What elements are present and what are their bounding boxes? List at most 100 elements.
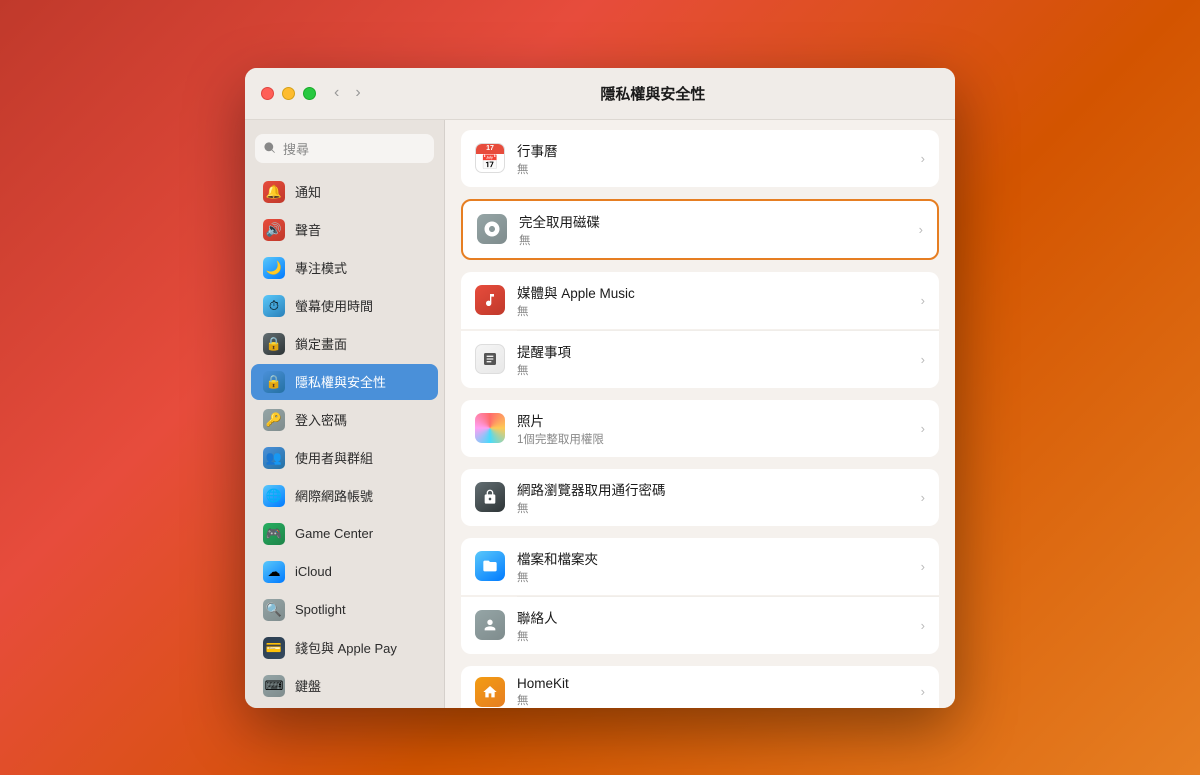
sidebar-item[interactable]: 👥 使用者與群組 — [251, 440, 438, 476]
settings-text: 提醒事項 無 — [517, 341, 909, 378]
screen-time-icon: ⏱ — [263, 295, 285, 317]
keyboard-icon: ⌨ — [263, 675, 285, 697]
browser-icon — [475, 482, 505, 512]
settings-text: 媒體與 Apple Music 無 — [517, 282, 909, 319]
sidebar-item-keyboard[interactable]: ⌨ 鍵盤 — [251, 668, 438, 704]
settings-text: HomeKit 無 — [517, 676, 909, 708]
settings-title: HomeKit — [517, 676, 909, 691]
settings-item-music[interactable]: 媒體與 Apple Music 無 › — [461, 272, 939, 329]
sidebar-item-gamecenter[interactable]: 🎮 Game Center — [251, 516, 438, 552]
sidebar-item[interactable]: 🔊 聲音 — [251, 212, 438, 248]
search-container: 搜尋 — [245, 128, 444, 173]
photos-icon — [475, 413, 505, 443]
lock-icon: 🔒 — [263, 333, 285, 355]
settings-item-homekit[interactable]: HomeKit 無 › — [461, 666, 939, 708]
sidebar-item[interactable]: 🌙 專注模式 — [251, 250, 438, 286]
settings-text: 網路瀏覽器取用通行密碼 無 — [517, 479, 909, 516]
close-button[interactable] — [261, 87, 274, 100]
settings-subtitle: 無 — [519, 232, 907, 248]
settings-subtitle: 無 — [517, 569, 909, 585]
search-placeholder: 搜尋 — [283, 139, 309, 158]
focus-icon: 🌙 — [263, 257, 285, 279]
sidebar-item-label: 聲音 — [295, 220, 321, 239]
settings-item-browser-pwd[interactable]: 網路瀏覽器取用通行密碼 無 › — [461, 469, 939, 526]
sidebar-item[interactable]: 🔔 通知 — [251, 174, 438, 210]
settings-title: 網路瀏覽器取用通行密碼 — [517, 479, 909, 499]
settings-subtitle: 無 — [517, 362, 909, 378]
settings-item-photos[interactable]: 照片 1個完整取用權限 › — [461, 400, 939, 457]
settings-text: 聯絡人 無 — [517, 607, 909, 644]
disk-icon — [477, 214, 507, 244]
sidebar-item-label: Game Center — [295, 526, 373, 541]
sidebar-item[interactable]: 🌐 網際網路帳號 — [251, 478, 438, 514]
search-icon — [263, 141, 277, 155]
chevron-icon: › — [921, 490, 925, 505]
main-content: 17 📅 行事曆 無 › — [445, 120, 955, 708]
settings-subtitle: 1個完整取用權限 — [517, 431, 909, 447]
settings-item-full-disk[interactable]: 完全取用磁碟 無 › — [461, 199, 939, 260]
sound-icon: 🔊 — [263, 219, 285, 241]
music-icon — [475, 285, 505, 315]
window-title: 隱私權與安全性 — [367, 83, 939, 104]
settings-subtitle: 無 — [517, 692, 909, 708]
nav-buttons: ‹ › — [328, 82, 367, 104]
settings-window: ‹ › 隱私權與安全性 搜尋 🔔 通知 🔊 聲音 — [245, 68, 955, 708]
forward-button[interactable]: › — [349, 82, 366, 104]
settings-item-contacts[interactable]: 聯絡人 無 › — [461, 597, 939, 654]
sidebar-item-wallet[interactable]: 💳 錢包與 Apple Pay — [251, 630, 438, 666]
sidebar-item-mouse[interactable]: 🖱 滑鼠 — [251, 706, 438, 708]
sidebar-item-label: 網際網路帳號 — [295, 486, 373, 505]
files-icon — [475, 551, 505, 581]
settings-text: 照片 1個完整取用權限 — [517, 410, 909, 447]
settings-item-calendar[interactable]: 17 📅 行事曆 無 › — [461, 130, 939, 187]
sidebar-item[interactable]: 🔒 鎖定畫面 — [251, 326, 438, 362]
wallet-icon: 💳 — [263, 637, 285, 659]
settings-title: 提醒事項 — [517, 341, 909, 361]
back-button[interactable]: ‹ — [328, 82, 345, 104]
sidebar-item[interactable]: 🔑 登入密碼 — [251, 402, 438, 438]
sidebar-item-label: 使用者與群組 — [295, 448, 373, 467]
chevron-icon: › — [921, 684, 925, 699]
chevron-icon: › — [921, 618, 925, 633]
settings-title: 完全取用磁碟 — [519, 211, 907, 231]
settings-text: 檔案和檔案夾 無 — [517, 548, 909, 585]
traffic-lights — [261, 87, 316, 100]
calendar-icon: 17 📅 — [475, 143, 505, 173]
maximize-button[interactable] — [303, 87, 316, 100]
homekit-icon — [475, 677, 505, 707]
sidebar-item[interactable]: ⏱ 螢幕使用時間 — [251, 288, 438, 324]
sidebar-item-icloud[interactable]: ☁ iCloud — [251, 554, 438, 590]
settings-item-reminders[interactable]: 提醒事項 無 › — [461, 331, 939, 388]
settings-title: 聯絡人 — [517, 607, 909, 627]
settings-title: 媒體與 Apple Music — [517, 282, 909, 302]
settings-title: 行事曆 — [517, 140, 909, 160]
sidebar-item-label: 錢包與 Apple Pay — [295, 638, 397, 657]
sidebar-item-label: Spotlight — [295, 602, 346, 617]
sidebar-item-label: 隱私權與安全性 — [295, 372, 386, 391]
sidebar-item-spotlight[interactable]: 🔍 Spotlight — [251, 592, 438, 628]
icloud-icon: ☁ — [263, 561, 285, 583]
search-box[interactable]: 搜尋 — [255, 134, 434, 163]
sidebar-item-label: 螢幕使用時間 — [295, 296, 373, 315]
sidebar-item-label: iCloud — [295, 564, 332, 579]
sidebar-item-privacy[interactable]: 🔒 隱私權與安全性 — [251, 364, 438, 400]
window-body: 搜尋 🔔 通知 🔊 聲音 🌙 專注模式 ⏱ 螢幕使用時間 🔒 — [245, 120, 955, 708]
settings-subtitle: 無 — [517, 161, 909, 177]
internet-icon: 🌐 — [263, 485, 285, 507]
contacts-icon — [475, 610, 505, 640]
reminders-icon — [475, 344, 505, 374]
sidebar-item-label: 鎖定畫面 — [295, 334, 347, 353]
settings-title: 照片 — [517, 410, 909, 430]
sidebar-item-label: 專注模式 — [295, 258, 347, 277]
settings-text: 完全取用磁碟 無 — [519, 211, 907, 248]
settings-title: 檔案和檔案夾 — [517, 548, 909, 568]
minimize-button[interactable] — [282, 87, 295, 100]
privacy-icon: 🔒 — [263, 371, 285, 393]
chevron-icon: › — [921, 151, 925, 166]
settings-item-files[interactable]: 檔案和檔案夾 無 › — [461, 538, 939, 595]
chevron-icon: › — [921, 352, 925, 367]
sidebar-item-label: 鍵盤 — [295, 676, 321, 695]
settings-subtitle: 無 — [517, 303, 909, 319]
settings-subtitle: 無 — [517, 628, 909, 644]
login-icon: 🔑 — [263, 409, 285, 431]
